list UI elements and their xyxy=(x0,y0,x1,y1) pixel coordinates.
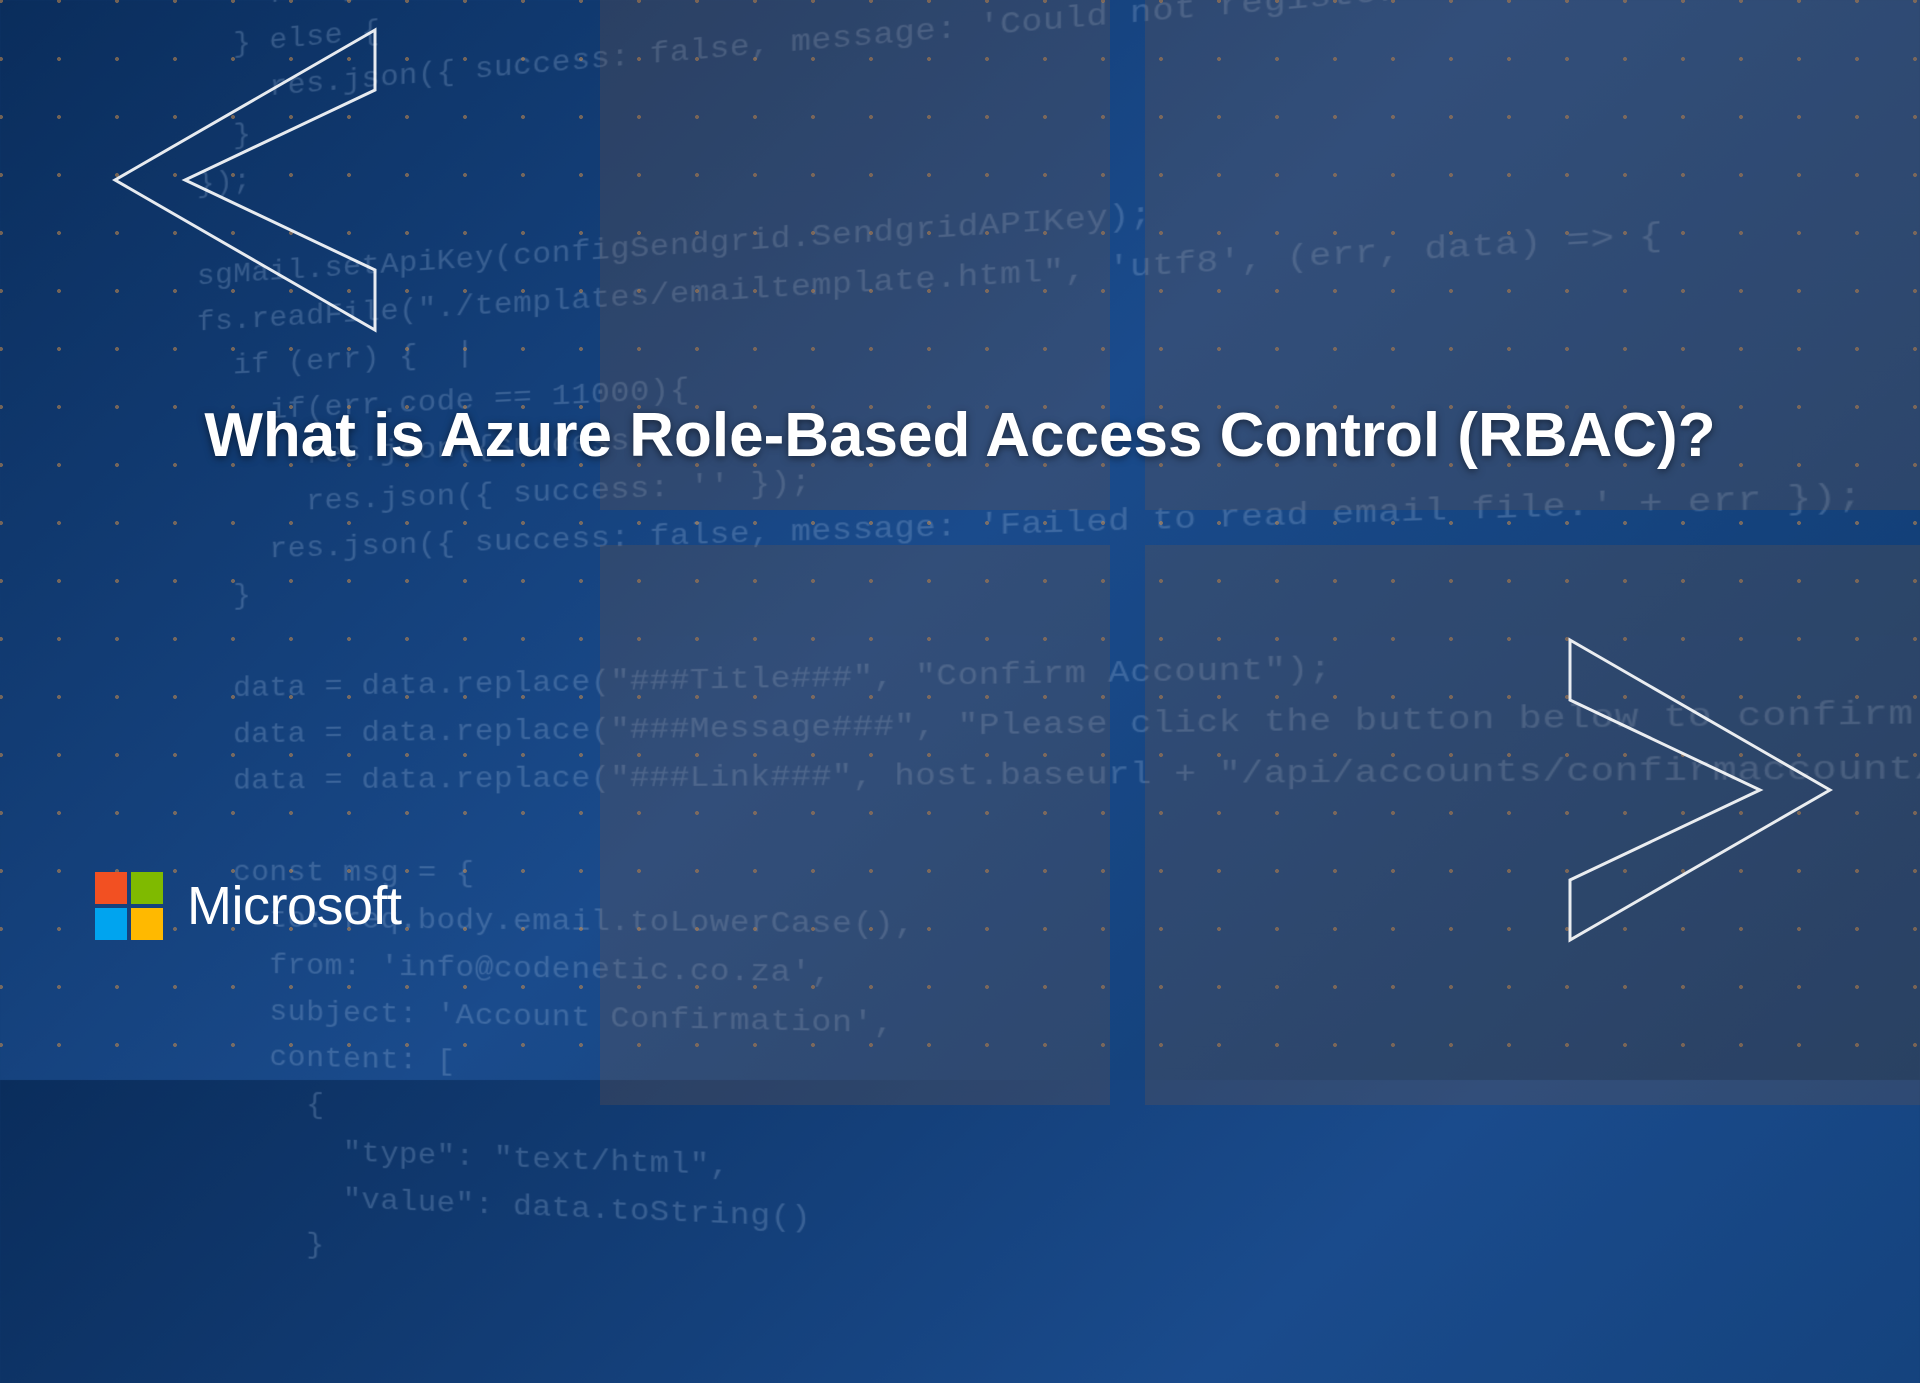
microsoft-logo-text: Microsoft xyxy=(187,875,402,937)
tile-bottom-left xyxy=(600,545,1110,1105)
slide-title: What is Azure Role-Based Access Control … xyxy=(0,400,1920,471)
chevron-right-icon xyxy=(1560,630,1850,950)
microsoft-logo-icon xyxy=(95,872,163,940)
microsoft-logo: Microsoft xyxy=(95,872,402,940)
chevron-left-icon xyxy=(95,20,385,340)
